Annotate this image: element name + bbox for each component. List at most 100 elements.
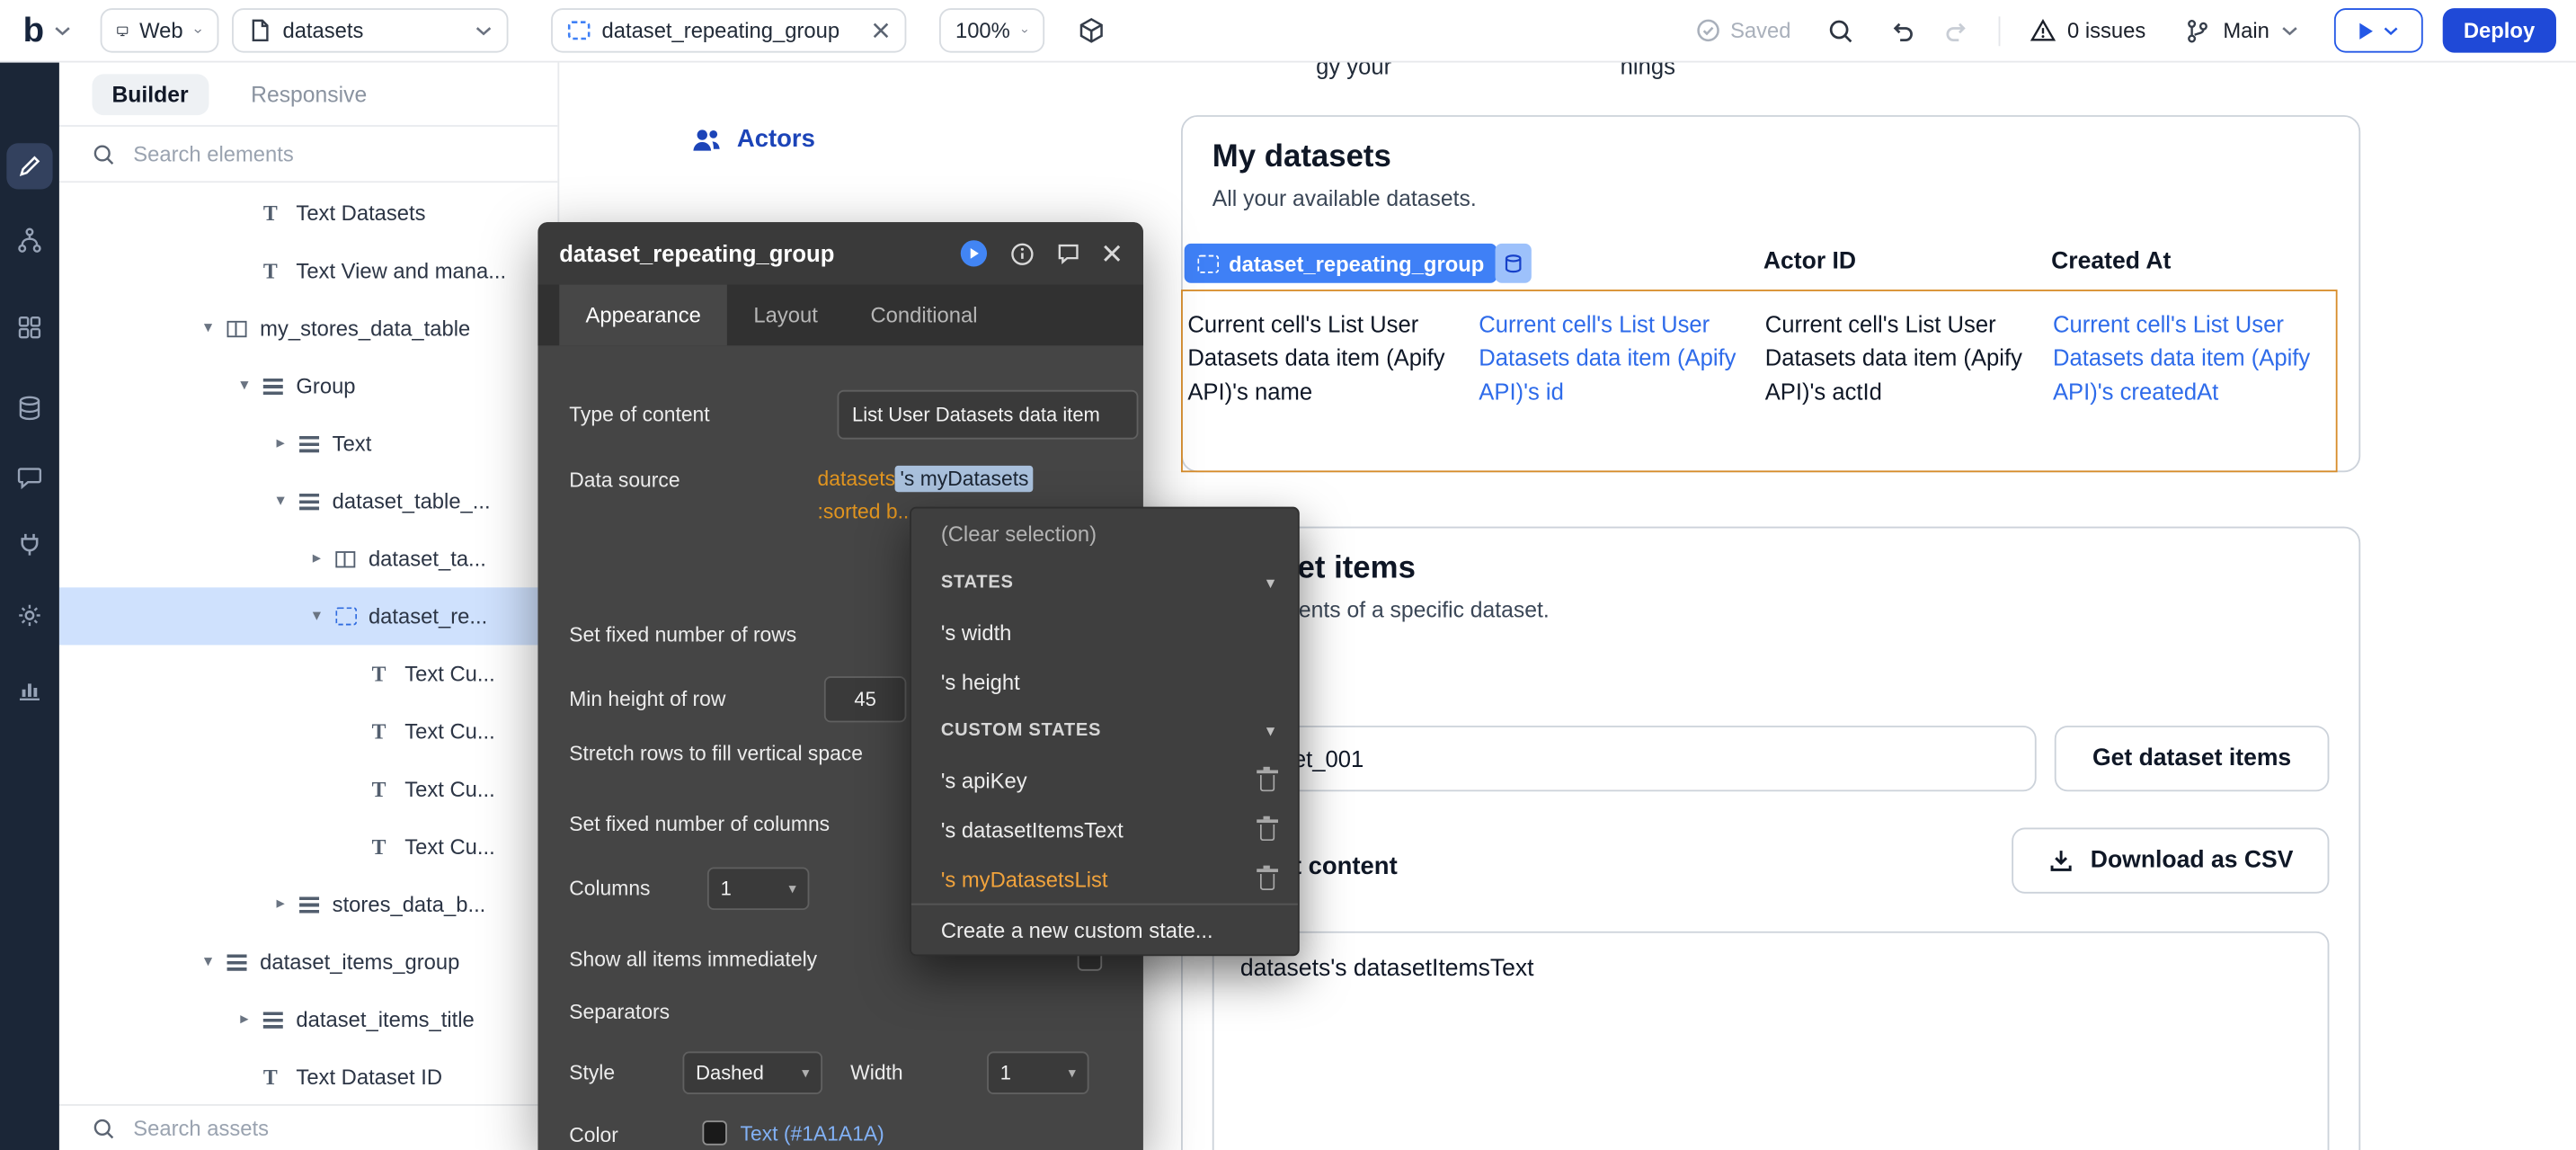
trash-icon[interactable] xyxy=(1260,824,1275,840)
get-dataset-items-button[interactable]: Get dataset items xyxy=(2055,726,2330,791)
tree-item[interactable]: Text Cu... xyxy=(59,702,558,760)
trash-icon[interactable] xyxy=(1260,774,1275,790)
info-icon[interactable] xyxy=(1010,241,1035,265)
tab-responsive[interactable]: Responsive xyxy=(231,73,386,114)
trash-icon[interactable] xyxy=(1260,873,1275,889)
tree-item[interactable]: Text Cu... xyxy=(59,645,558,702)
undo-button[interactable] xyxy=(1889,17,1917,43)
app-logo-menu[interactable]: b xyxy=(23,13,71,48)
columns-select[interactable]: 1 ▾ xyxy=(707,867,809,910)
tree-right-arrow-icon[interactable]: ▸ xyxy=(276,896,299,914)
zoom-select[interactable]: 100% xyxy=(939,8,1044,52)
open-element-tab[interactable]: dataset_repeating_group xyxy=(551,8,906,52)
tree-item[interactable]: ▸dataset_items_title xyxy=(59,991,558,1048)
dropdown-item[interactable]: 's datasetItemsText xyxy=(911,805,1298,854)
search-assets-input[interactable] xyxy=(130,1114,433,1142)
dropdown-item[interactable]: 's apiKey xyxy=(911,755,1298,805)
tree-item[interactable]: ▾ my_stores_data_table xyxy=(59,299,558,357)
dropdown-item[interactable]: 's myDatasetsList xyxy=(911,854,1298,904)
tree-item[interactable]: Text Cu... xyxy=(59,761,558,818)
element-tree: Text DatasetsText View and mana... ▾ my_st… xyxy=(59,184,558,1150)
workflow-icon[interactable] xyxy=(6,218,52,263)
data-source-chip[interactable] xyxy=(1496,244,1532,283)
search-button[interactable] xyxy=(1827,17,1853,43)
tree-down-arrow-icon[interactable]: ▾ xyxy=(240,377,263,395)
tree-down-arrow-icon[interactable]: ▾ xyxy=(204,953,227,971)
topbar-right: Saved 0 issues Main xyxy=(1696,8,2560,52)
component-library-button[interactable] xyxy=(1077,16,1105,44)
download-csv-label: Download as CSV xyxy=(2091,848,2294,874)
tab-conditional[interactable]: Conditional xyxy=(844,285,1004,346)
dropdown-item-label: Create a new custom state... xyxy=(941,917,1213,941)
comment-icon[interactable] xyxy=(1056,242,1080,265)
tree-item[interactable]: ▸dataset_ta... xyxy=(59,530,558,587)
dropdown-item[interactable]: 's width xyxy=(911,607,1298,656)
tree-item[interactable]: Text Cu... xyxy=(59,818,558,876)
selected-element-chip[interactable]: dataset_repeating_group xyxy=(1185,244,1497,283)
magnifier-icon xyxy=(92,1117,115,1140)
tree-down-arrow-icon[interactable]: ▾ xyxy=(276,492,299,510)
preview-run-button[interactable] xyxy=(2333,8,2422,52)
deploy-button[interactable]: Deploy xyxy=(2442,8,2556,52)
tree-down-arrow-icon[interactable]: ▾ xyxy=(204,319,227,337)
app-nav-actors[interactable]: Actors xyxy=(691,125,815,153)
dropdown-item[interactable]: STATES▾ xyxy=(911,557,1298,607)
page-select[interactable]: datasets xyxy=(232,8,508,52)
tree-right-arrow-icon[interactable]: ▸ xyxy=(313,549,336,567)
issues-indicator[interactable]: 0 issues xyxy=(2030,18,2145,42)
expression-selected-token[interactable]: 's myDatasets xyxy=(895,466,1034,492)
separator-width-select[interactable]: 1 ▾ xyxy=(987,1051,1088,1094)
column-header: Created At xyxy=(2051,248,2171,274)
builder-panel: Builder Responsive Text DatasetsText Vie… xyxy=(59,63,559,1150)
tree-down-arrow-icon[interactable]: ▾ xyxy=(313,607,336,625)
tree-item[interactable]: ▾dataset_items_group xyxy=(59,933,558,991)
comments-icon[interactable] xyxy=(6,454,52,500)
redo-button[interactable] xyxy=(1941,17,1968,43)
tree-item[interactable]: ▸stores_data_b... xyxy=(59,876,558,933)
min-height-input[interactable]: 45 xyxy=(824,676,907,722)
data-source-expression[interactable]: datasets's myDatasets xyxy=(818,468,1034,491)
dataset-id-input[interactable] xyxy=(1212,726,2037,791)
tab-appearance[interactable]: Appearance xyxy=(559,285,727,346)
tab-builder[interactable]: Builder xyxy=(92,73,208,114)
expression-prefix: datasets xyxy=(818,468,896,491)
tree-item[interactable]: ▸Text xyxy=(59,415,558,472)
tree-item[interactable]: Text Datasets xyxy=(59,184,558,242)
separator-style-select[interactable]: Dashed ▾ xyxy=(682,1051,822,1094)
logs-chart-icon[interactable] xyxy=(6,666,52,712)
tree-item[interactable]: ▾dataset_re... xyxy=(59,587,558,645)
tree-right-arrow-icon[interactable]: ▸ xyxy=(240,1011,263,1029)
chevron-down-icon xyxy=(54,25,70,35)
close-icon[interactable] xyxy=(872,22,890,40)
dropdown-item[interactable]: CUSTOM STATES▾ xyxy=(911,706,1298,755)
tree-item-label: my_stores_data_table xyxy=(260,316,470,340)
tree-item[interactable]: ▾dataset_table_... xyxy=(59,472,558,530)
search-elements-input[interactable] xyxy=(130,140,466,168)
platform-select[interactable]: Web xyxy=(100,8,218,52)
repeating-group-selection-outline[interactable]: Current cell's List User Datasets data i… xyxy=(1181,290,2338,472)
type-of-content-value[interactable]: List User Datasets data item xyxy=(838,390,1139,440)
color-value-link[interactable]: Text (#1A1A1A) xyxy=(741,1122,884,1146)
close-icon[interactable] xyxy=(1102,244,1122,263)
play-circle-icon[interactable] xyxy=(959,238,989,268)
tree-right-arrow-icon[interactable]: ▸ xyxy=(276,434,299,452)
topbar-divider xyxy=(1998,15,2000,45)
tree-item[interactable]: Text View and mana... xyxy=(59,242,558,299)
database-icon[interactable] xyxy=(6,385,52,431)
color-swatch[interactable] xyxy=(702,1120,726,1145)
repeating-group-icon xyxy=(1197,254,1219,272)
dropdown-item[interactable]: (Clear selection) xyxy=(911,509,1298,558)
tree-item[interactable]: ▾Group xyxy=(59,357,558,415)
download-csv-button[interactable]: Download as CSV xyxy=(2012,828,2329,894)
dropdown-item[interactable]: Create a new custom state... xyxy=(911,904,1298,955)
tab-layout[interactable]: Layout xyxy=(727,285,844,346)
tree-item[interactable]: Text Dataset ID xyxy=(59,1048,558,1106)
design-pencil-icon[interactable] xyxy=(6,143,52,189)
inspector-titlebar[interactable]: dataset_repeating_group xyxy=(537,222,1142,285)
dropdown-item-label: 's myDatasetsList xyxy=(941,867,1108,891)
dropdown-item[interactable]: 's height xyxy=(911,656,1298,706)
branch-select[interactable]: Main xyxy=(2185,17,2297,43)
plugins-plug-icon[interactable] xyxy=(6,522,52,567)
settings-gear-icon[interactable] xyxy=(6,593,52,638)
components-grid-icon[interactable] xyxy=(6,305,52,351)
